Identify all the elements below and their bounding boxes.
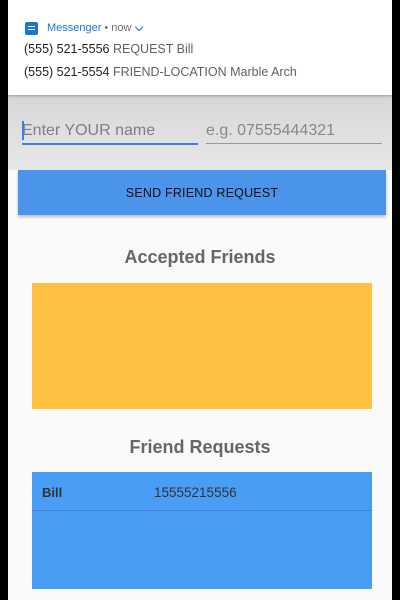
request-name: Bill [42,485,63,500]
text-cursor [22,121,24,140]
notification-sender-number: (555) 521-5554 [24,65,110,79]
notification-line: (555) 521-5554 FRIEND-LOCATION Marble Ar… [24,65,297,79]
notification-message: FRIEND-LOCATION Marble Arch [112,65,297,79]
messenger-app-icon [25,21,38,35]
notification-header: Messenger • now [25,20,144,36]
notification-line: (555) 521-5556 REQUEST Bill [24,42,193,56]
chevron-down-icon[interactable] [135,22,144,31]
notification-sender-number: (555) 521-5556 [24,42,110,56]
friend-requests-list: Bill 15555215556 [32,472,372,589]
notification-separator: • [104,22,109,34]
notification-time: now [111,22,132,34]
accepted-friends-list [32,283,372,409]
list-item[interactable]: Bill 15555215556 [32,472,372,511]
phone-number-input[interactable] [206,119,382,144]
messenger-notification[interactable]: Messenger • now (555) 521-5556 REQUEST B… [8,0,392,95]
notification-app-name: Messenger [47,22,102,34]
accepted-friends-title: Accepted Friends [124,247,276,267]
friend-requests-title: Friend Requests [129,437,271,457]
notification-message: REQUEST Bill [112,42,194,56]
request-number: 15555215556 [154,485,237,500]
name-input[interactable] [22,119,198,145]
send-friend-request-button[interactable]: SEND FRIEND REQUEST [18,170,386,215]
app-screen: Messenger • now (555) 521-5556 REQUEST B… [8,0,392,600]
